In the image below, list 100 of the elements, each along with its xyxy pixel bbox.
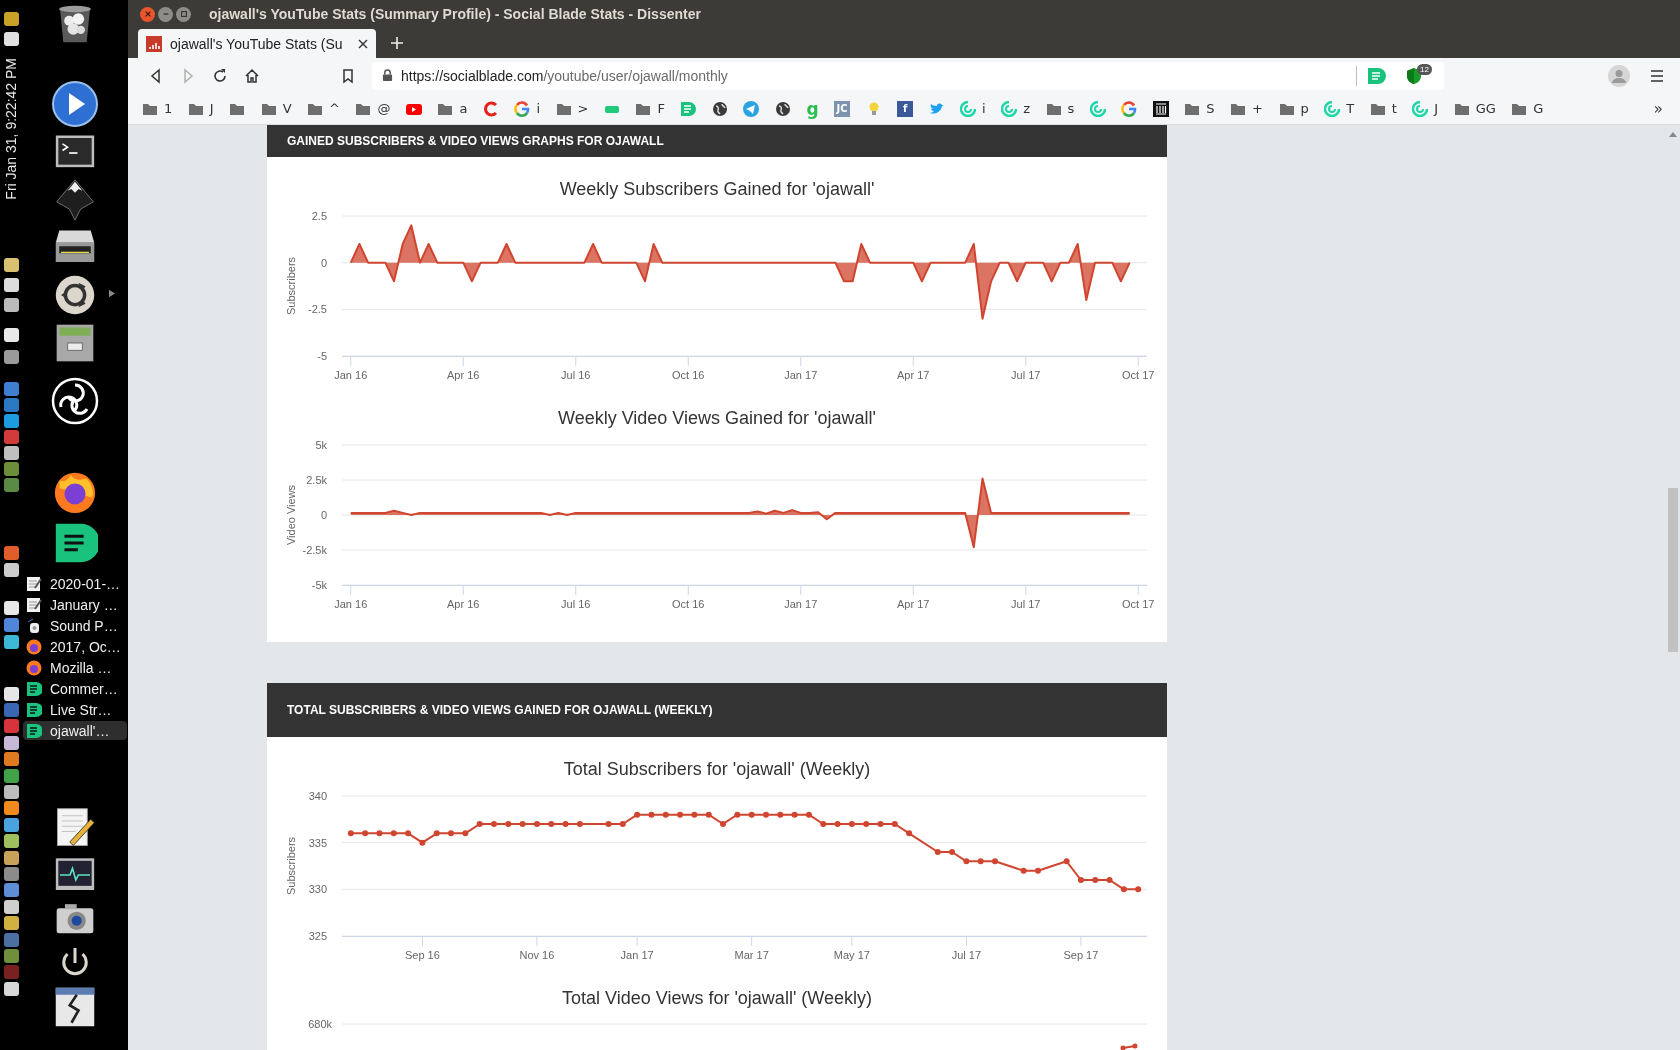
app-icon[interactable] [3, 981, 19, 996]
app-icon[interactable] [3, 916, 19, 931]
window-list-item[interactable]: Mozilla … [23, 658, 127, 677]
broken-window-icon[interactable] [54, 986, 96, 1028]
bookmark[interactable]: p [1275, 96, 1312, 121]
app-icon[interactable] [3, 413, 19, 428]
bookmark[interactable]: > [552, 96, 592, 121]
bookmark[interactable]: 1 [139, 96, 176, 121]
browser-tab[interactable]: ojawall's YouTube Stats (Su [138, 29, 376, 58]
app-icon[interactable] [3, 327, 19, 342]
app-icon[interactable] [3, 817, 19, 832]
window-list-item[interactable]: 2020-01-… [23, 574, 127, 593]
data-point [605, 821, 612, 827]
app-icon[interactable] [3, 866, 19, 881]
menu-icon[interactable] [1650, 69, 1664, 82]
axis-tick-label: Jan 16 [334, 369, 368, 381]
circle-logo-icon[interactable] [54, 274, 96, 316]
swirl-logo-icon[interactable] [51, 377, 99, 425]
window-list-item[interactable]: Sound P… [23, 616, 127, 635]
chat-bubble-icon [26, 701, 42, 718]
bookmark[interactable]: F [632, 96, 668, 121]
new-tab-icon[interactable] [390, 36, 404, 50]
close-button[interactable] [140, 6, 155, 22]
play-icon[interactable] [51, 80, 99, 128]
chart-title: Weekly Subscribers Gained for 'ojawall' [558, 178, 876, 201]
window-list-item[interactable]: Commer… [23, 679, 127, 698]
axis-tick-label: -2.5k [302, 544, 327, 556]
address-field[interactable]: https://socialblade.com/youtube/user/ojawall/monthly 12 [372, 61, 1444, 90]
overflow-button[interactable]: » [1650, 96, 1666, 121]
axis-tick-label: May 17 [833, 949, 870, 961]
app-icon[interactable] [3, 445, 19, 460]
scroll-up-icon[interactable] [1669, 131, 1677, 137]
app-icon[interactable] [3, 32, 19, 46]
data-point [1092, 877, 1099, 883]
bookmark[interactable]: s [1042, 96, 1078, 121]
badge: 12 [1417, 64, 1432, 75]
axis-tick-label: 0 [320, 509, 327, 521]
bookmark[interactable]: J [184, 96, 217, 121]
close-icon[interactable] [358, 38, 368, 49]
maximize-button[interactable] [176, 6, 191, 22]
browser-icon [26, 659, 42, 676]
app-icon[interactable] [3, 801, 19, 816]
data-point [362, 830, 369, 837]
chart-line-fragment [1120, 1043, 1138, 1050]
scrollbar-thumb[interactable] [1668, 488, 1678, 652]
app-icon[interactable] [3, 277, 19, 292]
bookmark[interactable]: J [1409, 96, 1442, 121]
bookmark[interactable]: V [257, 96, 295, 121]
bookmark[interactable]: i [511, 96, 544, 121]
app-icon[interactable] [3, 785, 19, 799]
window-list-item[interactable]: Live Str… [23, 700, 127, 719]
data-point [347, 830, 354, 837]
app-icon[interactable] [3, 349, 19, 364]
bookmark[interactable]: @ [352, 96, 394, 121]
bookmark[interactable]: i [957, 96, 989, 121]
app-icon[interactable] [3, 686, 19, 701]
window-list-item[interactable]: January … [23, 595, 127, 614]
axis-tick-label: 335 [308, 836, 327, 849]
bookmark[interactable]: a [434, 96, 471, 121]
bookmark[interactable]: t [1366, 96, 1400, 121]
bookmark[interactable]: z [998, 96, 1034, 121]
window-list-item[interactable]: ojawall'… [23, 721, 127, 740]
data-point [963, 858, 970, 865]
app-icon[interactable] [3, 634, 19, 649]
data-point [462, 830, 469, 837]
window-list-item[interactable]: 2017, Oc… [23, 637, 127, 656]
app-icon[interactable] [3, 735, 19, 750]
window-title: ojawall's YouTube Stats (Summary Profile) - Social Blade Stats - Dissenter [209, 6, 701, 22]
axis-tick-label: 0 [320, 256, 327, 269]
swirl-icon [1001, 100, 1018, 117]
axis-tick-label: Sep 17 [1063, 949, 1099, 961]
app-icon[interactable] [3, 883, 19, 898]
bookmark[interactable]: ^ [304, 96, 343, 121]
bookmark[interactable]: S [1181, 96, 1218, 121]
bookmark[interactable]: T [1321, 96, 1358, 121]
app-icon[interactable] [3, 297, 19, 312]
maximize-icon [179, 10, 188, 18]
app-icon[interactable] [3, 562, 19, 577]
data-point [405, 830, 412, 837]
app-icon[interactable] [3, 834, 19, 849]
app-icon[interactable] [3, 12, 19, 26]
axis-tick-label: Jul 17 [951, 949, 982, 961]
app-icon[interactable] [3, 768, 19, 783]
chart-title: Weekly Video Views Gained for 'ojawall' [556, 407, 877, 430]
app-icon[interactable] [3, 850, 19, 865]
caret-icon [109, 289, 115, 298]
app-icon[interactable] [3, 752, 19, 767]
app-icon[interactable] [3, 257, 19, 272]
data-point [891, 821, 898, 827]
minimize-button[interactable] [158, 6, 173, 22]
avatar-icon[interactable] [1608, 64, 1630, 87]
data-point [376, 830, 383, 837]
app-icon[interactable] [3, 899, 19, 914]
data-point [419, 839, 426, 846]
bookmark[interactable]: + [1227, 96, 1266, 121]
data-point [992, 858, 999, 865]
app-icon[interactable] [3, 600, 19, 615]
bookmark[interactable]: GG [1450, 96, 1499, 121]
bookmark[interactable]: G [1508, 96, 1547, 121]
data-point [777, 811, 784, 818]
